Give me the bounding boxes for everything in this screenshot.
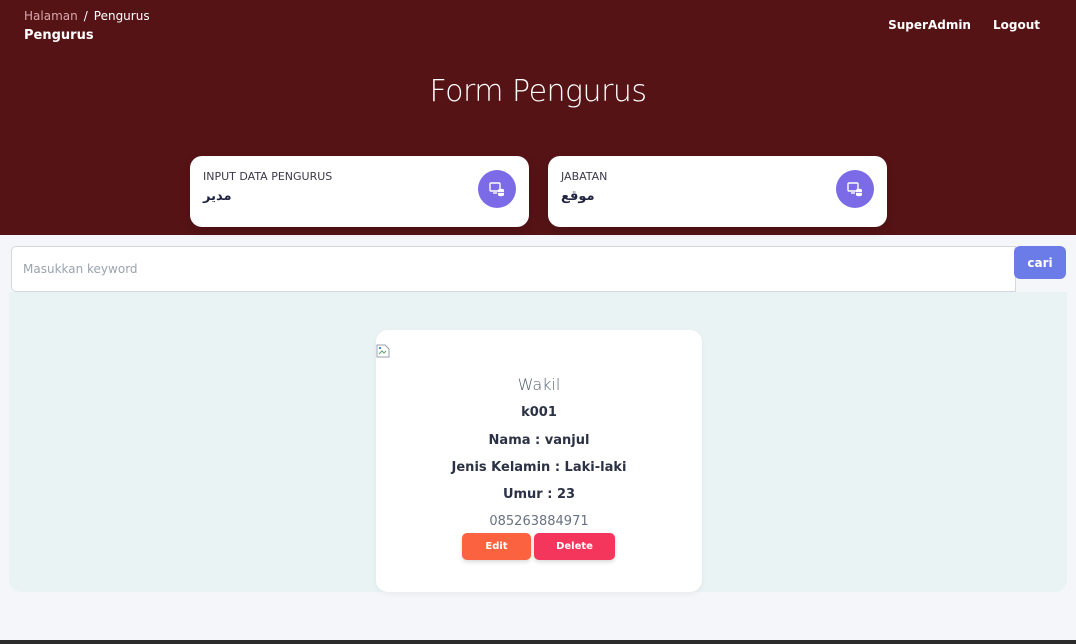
delete-button[interactable]: Delete [534, 533, 615, 560]
member-actions: Edit Delete [462, 533, 615, 560]
breadcrumb-current: Pengurus [93, 9, 150, 23]
member-code: k001 [521, 405, 557, 420]
member-age: Umur : 23 [502, 487, 576, 502]
card-label: INPUT DATA PENGURUS [203, 170, 333, 183]
card-value: موقع [561, 189, 595, 204]
member-role: Wakil [517, 375, 561, 394]
breadcrumb: Halaman / Pengurus [24, 9, 150, 23]
database-monitor-icon [836, 170, 874, 208]
top-nav: SuperAdmin Logout [888, 18, 1040, 32]
breadcrumb-separator: / [83, 9, 88, 23]
edit-button[interactable]: Edit [462, 533, 531, 560]
card-jabatan[interactable]: JABATAN موقع [548, 156, 887, 227]
breadcrumb-root[interactable]: Halaman [24, 9, 78, 23]
bottom-scrollbar [0, 640, 1076, 644]
member-gender: Jenis Kelamin : Laki-laki [451, 460, 627, 475]
card-value: مدير [203, 189, 232, 204]
member-phone: 085263884971 [489, 514, 589, 529]
search-button[interactable]: cari [1014, 246, 1066, 279]
form-title: Form Pengurus [429, 74, 647, 109]
member-name: Nama : vanjul [488, 433, 590, 448]
search-input[interactable] [11, 246, 1016, 292]
member-card: Wakil k001 Nama : vanjul Jenis Kelamin :… [376, 330, 702, 592]
user-link[interactable]: SuperAdmin [888, 18, 971, 32]
header-hero [0, 0, 1076, 235]
broken-image-icon [376, 343, 390, 358]
card-label: JABATAN [561, 170, 608, 183]
logout-link[interactable]: Logout [993, 18, 1040, 32]
card-input-data-pengurus[interactable]: INPUT DATA PENGURUS مدير [190, 156, 529, 227]
database-monitor-icon [478, 170, 516, 208]
page-title: Pengurus [24, 28, 94, 43]
